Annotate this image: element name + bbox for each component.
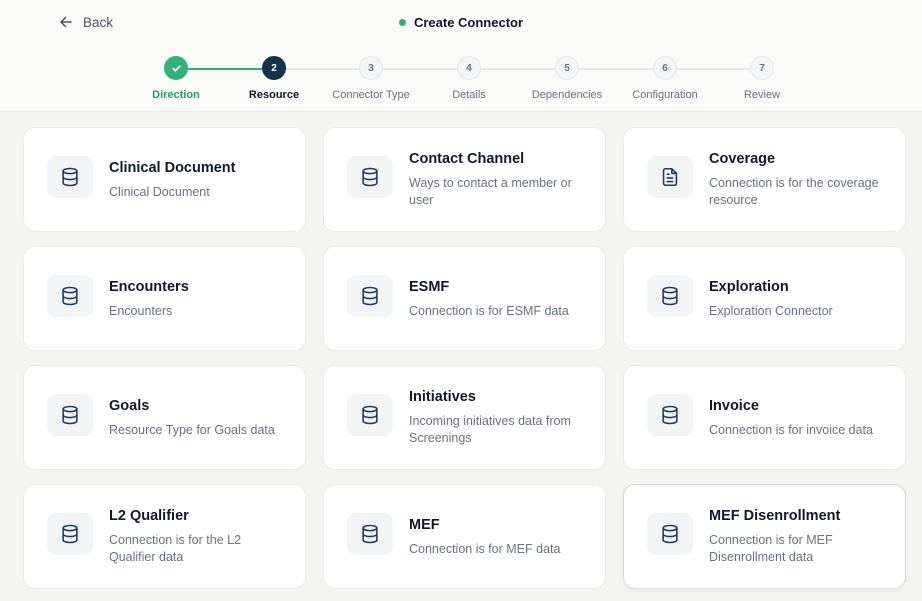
resource-card-text: Initiatives Incoming initiatives data fro… [409,366,591,469]
step-6[interactable]: 6 Configuration [610,56,720,101]
step-4[interactable]: 4 Details [414,56,524,101]
step-number: 6 [653,56,677,80]
resource-card-initiatives[interactable]: Initiatives Incoming initiatives data fro… [323,365,606,470]
database-icon [47,275,93,317]
resource-description: Clinical Document [109,184,210,199]
resource-card-text: Exploration Exploration Connector [709,247,891,350]
resource-description: Connection is for the L2 Qualifier data [109,533,242,564]
step-label: Configuration [632,89,698,101]
database-icon [47,156,93,198]
resource-card-invoice[interactable]: Invoice Connection is for invoice data [623,365,906,470]
resource-name: Encounters [109,278,189,295]
resource-description: Exploration Connector [709,303,833,318]
step-5[interactable]: 5 Dependencies [512,56,622,101]
resource-name: Goals [109,397,150,414]
resource-card-esmf[interactable]: ESMF Connection is for ESMF data [323,246,606,351]
resource-name: Exploration [709,278,789,295]
database-icon [47,513,93,555]
resource-name: MEF [409,516,440,533]
check-icon [164,56,188,80]
database-icon [647,513,693,555]
document-icon [647,156,693,198]
resource-description: Connection is for ESMF data [409,303,569,318]
step-number: 5 [555,56,579,80]
step-label: Dependencies [531,89,603,101]
database-icon [347,156,393,198]
resource-card-text: Goals Resource Type for Goals data [109,366,291,469]
step-label: Resource [248,89,300,101]
step-label: Review [743,89,781,101]
resource-name: L2 Qualifier [109,508,189,524]
resource-name: Initiatives [409,389,476,405]
resource-description: Incoming initiatives data from Screening… [409,414,571,445]
resource-description: Connection is for MEF data [409,541,561,556]
step-3[interactable]: 3 Connector Type [316,56,426,101]
database-icon [347,513,393,555]
step-7[interactable]: 7 Review [707,56,817,101]
resource-card-text: ESMF Connection is for ESMF data [409,247,591,350]
database-icon [647,275,693,317]
resource-card-text: Coverage Connection is for the coverage r… [709,128,891,231]
resource-card-mef-disenrollment[interactable]: MEF Disenrollment Connection is for MEF D… [623,484,906,589]
resource-name: Coverage [709,151,776,167]
step-number: 3 [359,56,383,80]
step-label: Direction [152,89,200,101]
step-2[interactable]: 2 Resource [219,56,329,101]
resource-name: Clinical Document [109,159,236,176]
resource-description: Connection is for MEF Disenrollment data [709,533,833,564]
resource-card-text: Clinical Document Clinical Document [109,128,291,231]
database-icon [47,394,93,436]
resource-card-mef[interactable]: MEF Connection is for MEF data [323,484,606,589]
resource-card-contact-channel[interactable]: Contact Channel Ways to contact a member … [323,127,606,232]
resource-name: MEF Disenrollment [709,508,841,524]
resource-card-text: MEF Connection is for MEF data [409,485,591,588]
resource-description: Connection is for the coverage resource [709,176,879,207]
step-1[interactable]: Direction [121,56,231,101]
resource-name: Invoice [709,397,759,414]
step-number: 7 [750,56,774,80]
page-title-text: Create Connector [413,14,524,30]
resource-name: ESMF [409,278,450,295]
step-label: Connector Type [332,89,410,101]
resource-name: Contact Channel [409,151,525,167]
resource-card-coverage[interactable]: Coverage Connection is for the coverage r… [623,127,906,232]
database-icon [347,275,393,317]
resource-card-exploration[interactable]: Exploration Exploration Connector [623,246,906,351]
resource-description: Connection is for invoice data [709,422,873,437]
step-number: 4 [457,56,481,80]
resource-description: Ways to contact a member or user [409,176,572,207]
resource-card-goals[interactable]: Goals Resource Type for Goals data [23,365,306,470]
resource-card-text: Invoice Connection is for invoice data [709,366,891,469]
page-title: Create Connector [0,12,922,32]
resource-card-text: MEF Disenrollment Connection is for MEF D… [709,485,891,588]
resource-card-text: Contact Channel Ways to contact a member … [409,128,591,231]
step-number: 2 [262,56,286,80]
resource-card-clinical-document[interactable]: Clinical Document Clinical Document [23,127,306,232]
status-dot-icon [398,18,406,26]
database-icon [647,394,693,436]
resource-description: Encounters [109,303,173,318]
resource-card-text: Encounters Encounters [109,247,291,350]
resource-card-l2-qualifier[interactable]: L2 Qualifier Connection is for the L2 Qua… [23,484,306,589]
stepper: Direction 2 Resource 3 Connector Type 4 Detail… [0,56,922,106]
database-icon [347,394,393,436]
resource-grid: Clinical Document Clinical Document Contac… [23,127,906,589]
top-bar: Back Create Connector Direction 2 Resource… [0,0,922,112]
step-label: Details [452,89,486,101]
resource-description: Resource Type for Goals data [109,422,275,437]
resource-card-text: L2 Qualifier Connection is for the L2 Qua… [109,485,291,588]
resource-card-encounters[interactable]: Encounters Encounters [23,246,306,351]
